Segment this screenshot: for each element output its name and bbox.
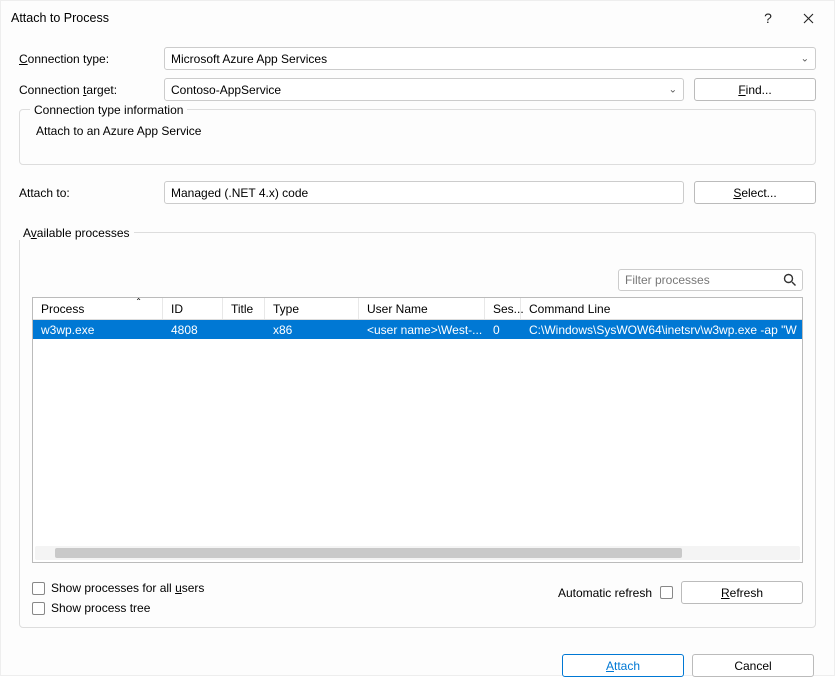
- attach-to-row: Attach to: Managed (.NET 4.x) code Selec…: [19, 181, 816, 204]
- column-header-title[interactable]: Title: [223, 298, 265, 319]
- cell-type: x86: [265, 323, 359, 337]
- show-process-tree-label: Show process tree: [51, 601, 150, 615]
- available-processes-group: Available processes Filter processes Pro…: [19, 220, 816, 628]
- filter-processes-input[interactable]: Filter processes: [618, 269, 803, 291]
- filter-row: Filter processes: [32, 269, 803, 291]
- attach-to-label: Attach to:: [19, 186, 154, 200]
- automatic-refresh-label: Automatic refresh: [558, 586, 652, 600]
- cell-process: w3wp.exe: [33, 323, 163, 337]
- cell-session: 0: [485, 323, 521, 337]
- close-icon: [803, 13, 814, 24]
- dialog-footer: Attach Cancel: [1, 634, 834, 693]
- show-process-tree-row: Show process tree: [32, 601, 558, 615]
- show-process-tree-checkbox[interactable]: [32, 602, 45, 615]
- connection-target-label: Connection target:: [19, 83, 154, 97]
- column-header-id[interactable]: ID: [163, 298, 223, 319]
- connection-target-row: Connection target: Contoso-AppService ⌄ …: [19, 78, 816, 101]
- cell-id: 4808: [163, 323, 223, 337]
- column-header-session[interactable]: Ses...: [485, 298, 521, 319]
- connection-info-detail: Attach to an Azure App Service: [30, 124, 805, 138]
- help-button[interactable]: ?: [748, 4, 788, 32]
- column-header-user[interactable]: User Name: [359, 298, 485, 319]
- grid-header: Process⌃ ID Title Type User Name Ses... …: [33, 298, 802, 320]
- refresh-controls: Automatic refresh Refresh: [558, 581, 803, 604]
- chevron-down-icon: ⌄: [669, 84, 677, 95]
- show-all-users-label: Show processes for all users: [51, 581, 204, 595]
- scrollbar-thumb[interactable]: [55, 548, 682, 558]
- cell-cmd: C:\Windows\SysWOW64\inetsrv\w3wp.exe -ap…: [521, 323, 802, 337]
- filter-placeholder: Filter processes: [625, 273, 710, 287]
- sort-asc-icon: ⌃: [135, 297, 142, 306]
- refresh-button[interactable]: Refresh: [681, 581, 803, 604]
- connection-info-label: Connection type information: [30, 103, 187, 117]
- attach-to-value: Managed (.NET 4.x) code: [164, 181, 684, 204]
- select-button[interactable]: Select...: [694, 181, 816, 204]
- process-grid: Process⌃ ID Title Type User Name Ses... …: [32, 297, 803, 563]
- attach-button[interactable]: Attach: [562, 654, 684, 677]
- search-icon: [783, 273, 797, 287]
- column-header-cmd[interactable]: Command Line: [521, 298, 802, 319]
- titlebar: Attach to Process ?: [1, 1, 834, 35]
- available-processes-label: Available processes: [19, 226, 134, 240]
- column-header-type[interactable]: Type: [265, 298, 359, 319]
- dialog-title: Attach to Process: [11, 11, 748, 25]
- chevron-down-icon: ⌄: [801, 53, 809, 64]
- show-all-users-checkbox[interactable]: [32, 582, 45, 595]
- connection-target-value: Contoso-AppService: [171, 83, 281, 97]
- connection-type-value: Microsoft Azure App Services: [171, 52, 327, 66]
- close-button[interactable]: [788, 4, 828, 32]
- horizontal-scrollbar[interactable]: [35, 546, 800, 560]
- available-processes-panel: Filter processes Process⌃ ID Title Type …: [19, 232, 816, 628]
- find-button[interactable]: Find...: [694, 78, 816, 101]
- table-row[interactable]: w3wp.exe 4808 x86 <user name>\West-... 0…: [33, 320, 802, 339]
- connection-target-combo[interactable]: Contoso-AppService ⌄: [164, 78, 684, 101]
- connection-type-row: Connection type: Microsoft Azure App Ser…: [19, 47, 816, 70]
- cell-user: <user name>\West-...: [359, 323, 485, 337]
- column-header-process[interactable]: Process⌃: [33, 298, 163, 319]
- dialog-body: Connection type: Microsoft Azure App Ser…: [1, 35, 834, 634]
- connection-type-label: Connection type:: [19, 52, 154, 66]
- show-all-users-row: Show processes for all users: [32, 581, 558, 595]
- connection-type-combo[interactable]: Microsoft Azure App Services ⌄: [164, 47, 816, 70]
- connection-info-panel: Connection type information Attach to an…: [19, 109, 816, 165]
- cancel-button[interactable]: Cancel: [692, 654, 814, 677]
- attach-to-process-dialog: Attach to Process ? Connection type: Mic…: [0, 0, 835, 676]
- automatic-refresh-checkbox[interactable]: [660, 586, 673, 599]
